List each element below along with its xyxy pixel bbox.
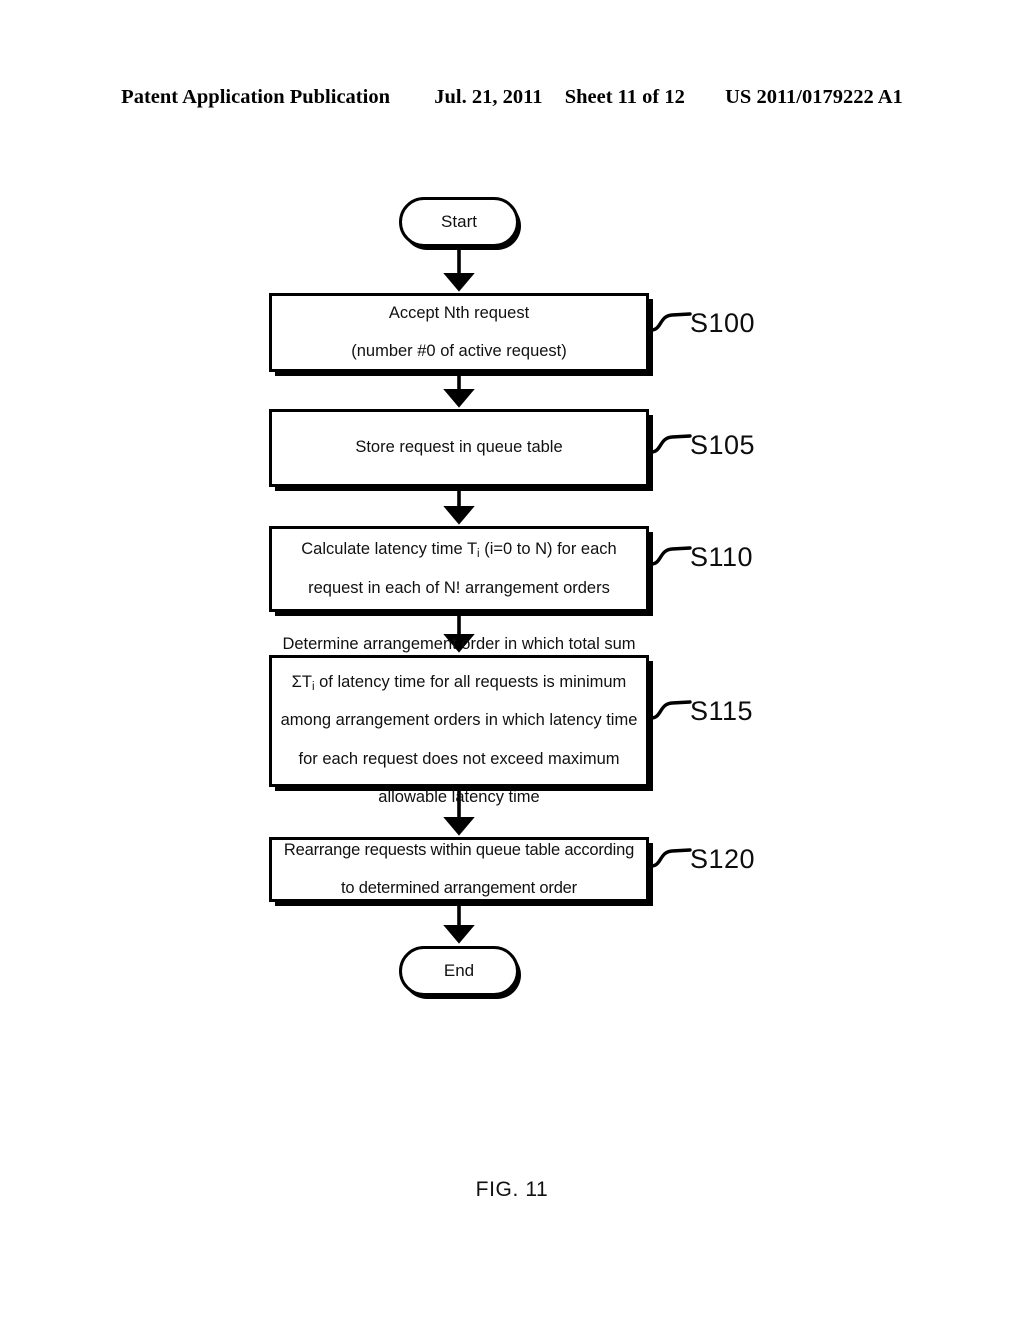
s100-line-2: (number #0 of active request) (351, 342, 567, 361)
s100-line-1: Accept Nth request (388, 303, 530, 322)
s120-line-1: Rearrange requests within queue table ac… (283, 840, 635, 859)
process-box-s115: Determine arrangement order in which tot… (269, 635, 649, 806)
step-ref-s105: S105 (690, 430, 756, 460)
step-ref-s115: S115 (690, 696, 754, 726)
process-box-s120: Rearrange requests within queue table ac… (269, 837, 649, 902)
s115-line-5: allowable latency time (378, 787, 540, 806)
s115-line-4: for each request does not exceed maximum (298, 749, 620, 768)
s115-line-1: Determine arrangement order in which tot… (282, 634, 636, 653)
s110-line-1-a: Calculate latency time T (301, 540, 478, 559)
process-box-s115-text: Determine arrangement order in which tot… (279, 616, 640, 826)
process-box-s110: Calculate latency time Ti (i=0 to N) for… (269, 526, 649, 612)
s110-line-1: Calculate latency time Ti (i=0 to N) for… (301, 540, 617, 561)
step-ref-s110: S110 (690, 542, 754, 572)
s115-line-2-b: of latency time for all requests is mini… (314, 673, 627, 692)
flowchart-diagram: Start Accept Nth request (number #0 of a… (0, 0, 1024, 1320)
s110-subscript-i: i (477, 548, 480, 561)
step-ref-s120: S120 (690, 844, 756, 874)
process-box-s105-text: Store request in queue table (353, 419, 564, 476)
flowchart-start-node: Start (399, 197, 519, 247)
step-ref-s100: S100 (690, 308, 756, 338)
process-box-s120-text: Rearrange requests within queue table ac… (284, 822, 634, 918)
s120-line-2: to determined arrangement order (341, 879, 577, 898)
start-node-label: Start (441, 212, 477, 231)
process-box-s100: Accept Nth request (number #0 of active … (269, 293, 649, 372)
end-node-label: End (443, 961, 475, 980)
process-box-s110-text: Calculate latency time Ti (i=0 to N) for… (299, 521, 618, 617)
figure-caption: FIG. 11 (475, 1178, 549, 1201)
s110-line-1-b: (i=0 to N) for each (479, 540, 617, 559)
s115-line-2: ΣTi of latency time for all requests is … (281, 673, 638, 694)
s105-line-1: Store request in queue table (355, 438, 563, 457)
s115-subscript-i: i (311, 681, 315, 694)
s110-line-2: request in each of N! arrangement orders (308, 578, 610, 597)
process-box-s105: Store request in queue table (269, 409, 649, 487)
s115-line-2-a: ΣT (291, 673, 312, 692)
s115-line-3: among arrangement orders in which latenc… (280, 711, 638, 730)
flowchart-end-node: End (399, 946, 519, 996)
process-box-s100-text: Accept Nth request (number #0 of active … (349, 285, 569, 381)
